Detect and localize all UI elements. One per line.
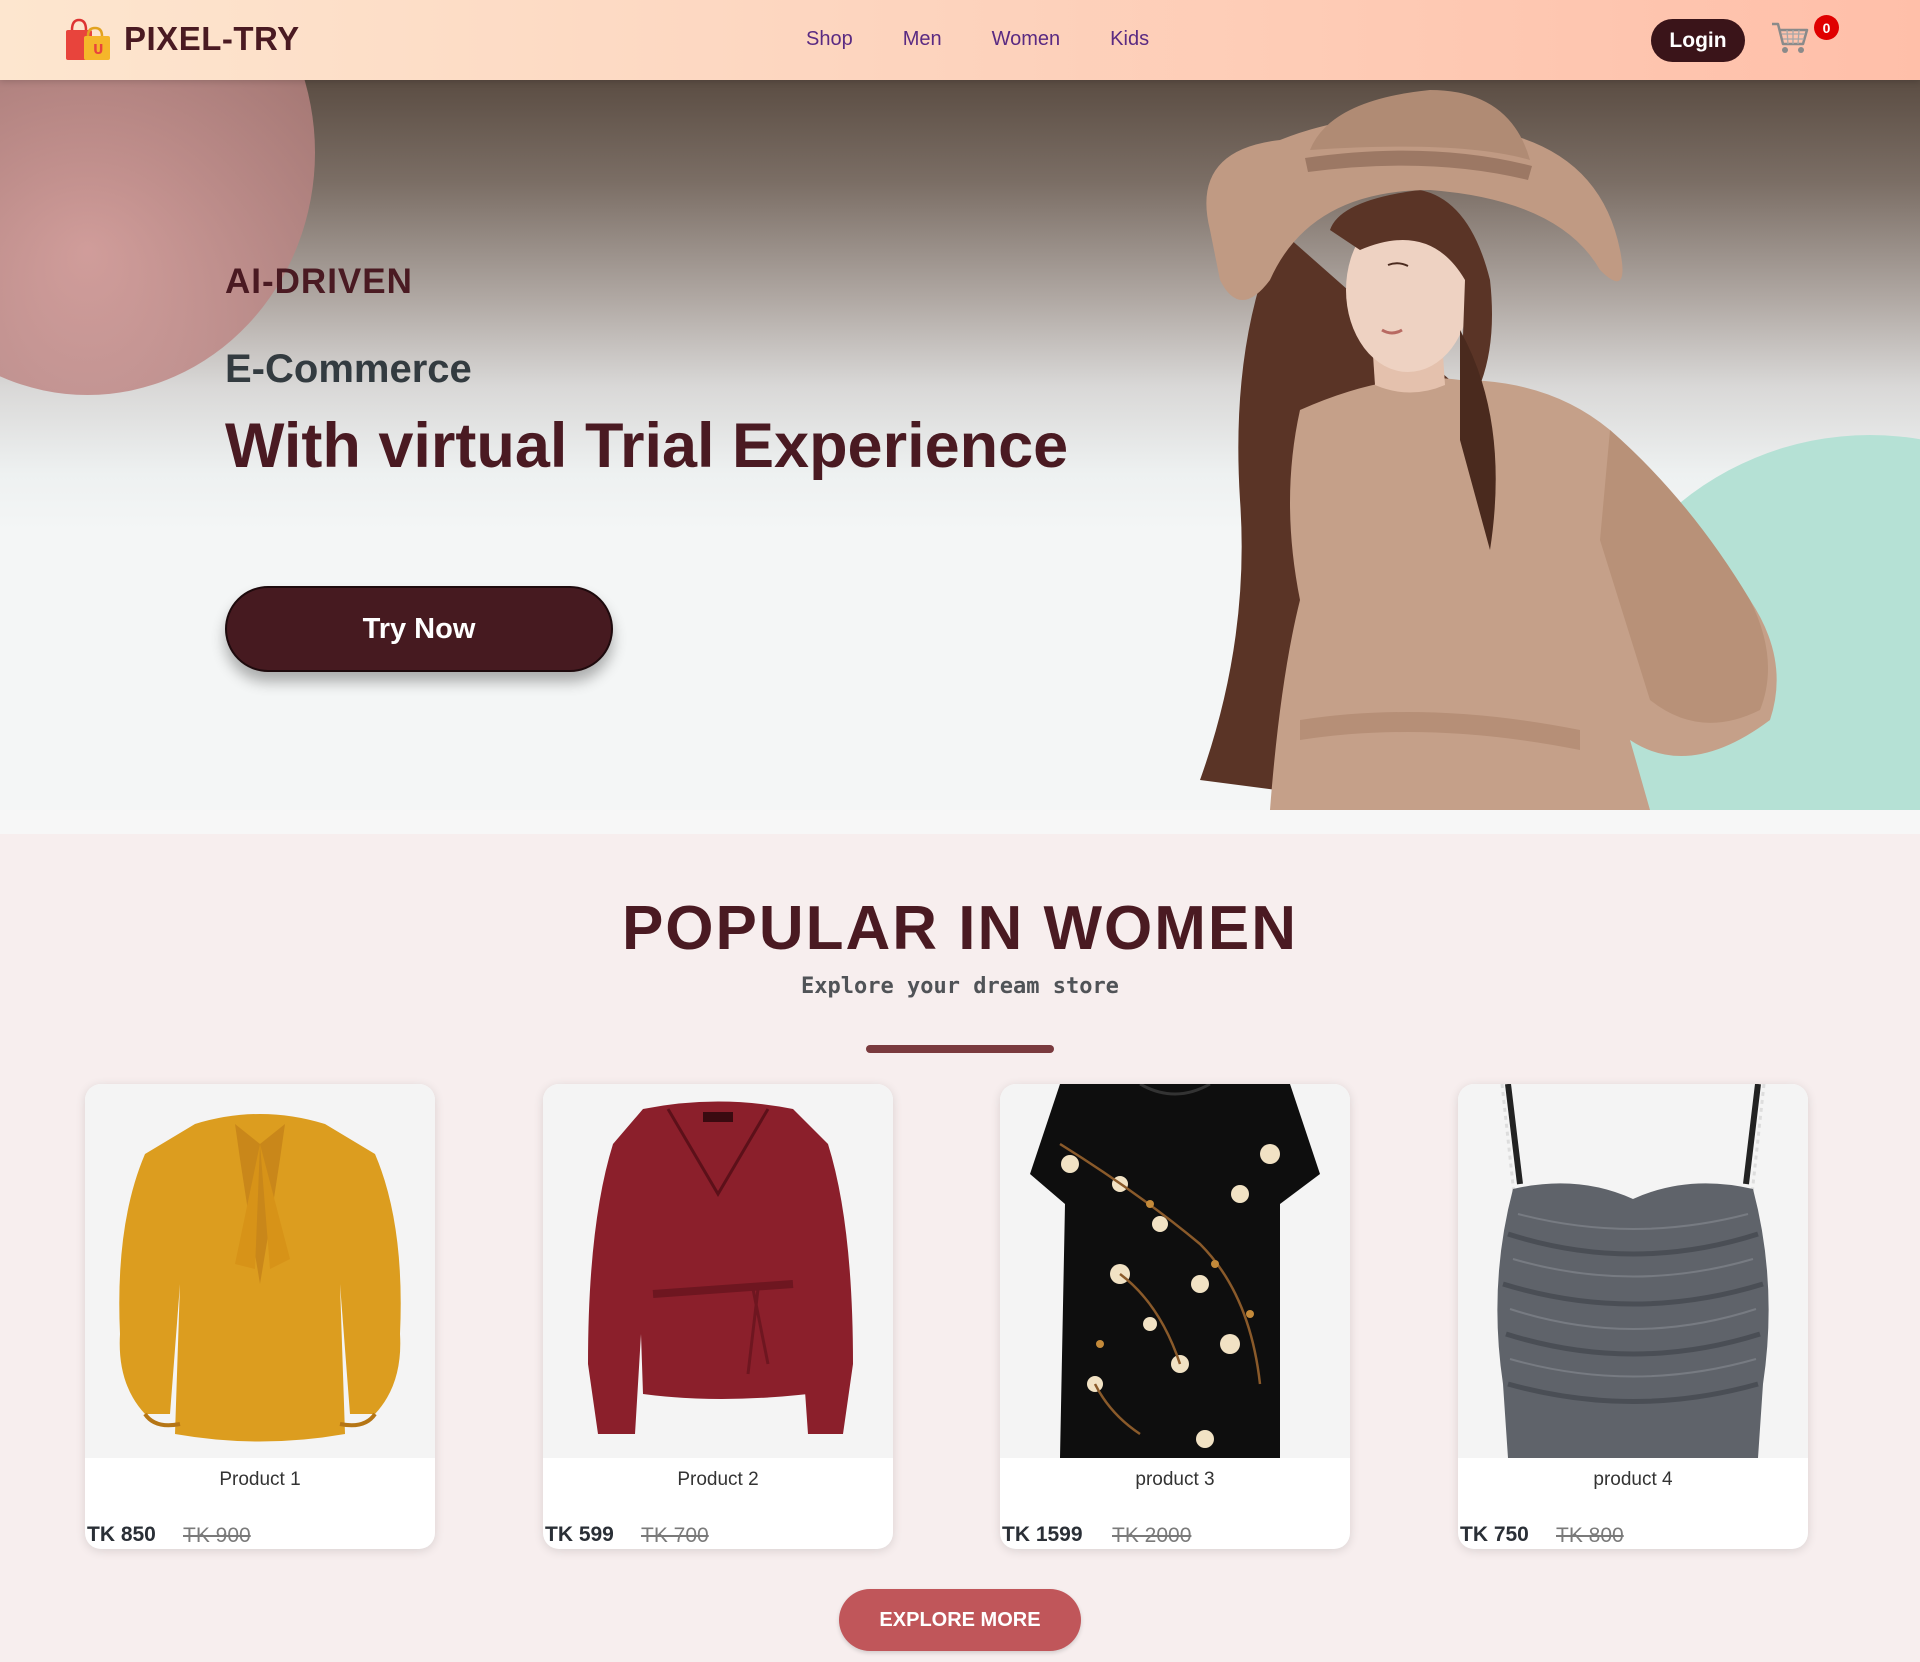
- hero-title: With virtual Trial Experience: [225, 411, 1069, 481]
- brand-name: PIXEL-TRY: [124, 20, 300, 57]
- product-old-price: TK 2000: [1112, 1524, 1192, 1547]
- product-price: TK 750: [1460, 1523, 1529, 1546]
- product-name: Product 2: [677, 1469, 759, 1490]
- svg-text:U: U: [93, 43, 104, 58]
- nav-link-men[interactable]: Men: [903, 28, 942, 51]
- section-title: POPULAR IN WOMEN: [621, 894, 1299, 963]
- product-card[interactable]: Product 1 TK 850 TK 900: [85, 1084, 435, 1549]
- product-image: [1458, 1084, 1808, 1458]
- product-name: product 4: [1593, 1469, 1673, 1490]
- product-image: [85, 1084, 435, 1458]
- product-card[interactable]: product 3 TK 1599 TK 2000: [1000, 1084, 1350, 1549]
- cart-count-badge: 0: [1814, 15, 1839, 40]
- section-divider: [0, 810, 1920, 834]
- product-image: [543, 1084, 893, 1458]
- product-old-price: TK 700: [641, 1524, 709, 1547]
- navbar: U PIXEL-TRY Shop Men Women Kids Login 0: [0, 0, 1920, 80]
- product-old-price: TK 900: [183, 1524, 251, 1547]
- nav-links: Shop Men Women Kids: [806, 28, 1199, 51]
- cart-icon[interactable]: [1770, 20, 1810, 56]
- login-button[interactable]: Login: [1651, 19, 1745, 62]
- explore-more-button[interactable]: EXPLORE MORE: [839, 1589, 1081, 1651]
- hero-kicker: AI-DRIVEN: [225, 262, 413, 301]
- product-old-price: TK 800: [1556, 1524, 1624, 1547]
- product-price: TK 850: [87, 1523, 156, 1546]
- section-underline: [866, 1045, 1054, 1053]
- hero-subtitle: E-Commerce: [225, 347, 472, 391]
- try-now-button[interactable]: Try Now: [225, 586, 613, 672]
- nav-link-shop[interactable]: Shop: [806, 28, 853, 51]
- product-price: TK 599: [545, 1523, 614, 1546]
- hero-banner: AI-DRIVEN E-Commerce With virtual Trial …: [0, 80, 1920, 810]
- product-name: Product 1: [219, 1469, 301, 1490]
- product-name: product 3: [1135, 1469, 1215, 1490]
- nav-link-women[interactable]: Women: [992, 28, 1061, 51]
- brand-logo[interactable]: U PIXEL-TRY: [62, 16, 300, 62]
- product-card[interactable]: Product 2 TK 599 TK 700: [543, 1084, 893, 1549]
- hero-model-image: [1200, 90, 1777, 810]
- product-price: TK 1599: [1002, 1523, 1083, 1546]
- product-card[interactable]: product 4 TK 750 TK 800: [1458, 1084, 1808, 1549]
- shopping-bags-icon: U: [62, 16, 112, 62]
- section-subtitle: Explore your dream store: [801, 974, 1119, 999]
- product-image: [1000, 1084, 1350, 1458]
- nav-link-kids[interactable]: Kids: [1110, 28, 1149, 51]
